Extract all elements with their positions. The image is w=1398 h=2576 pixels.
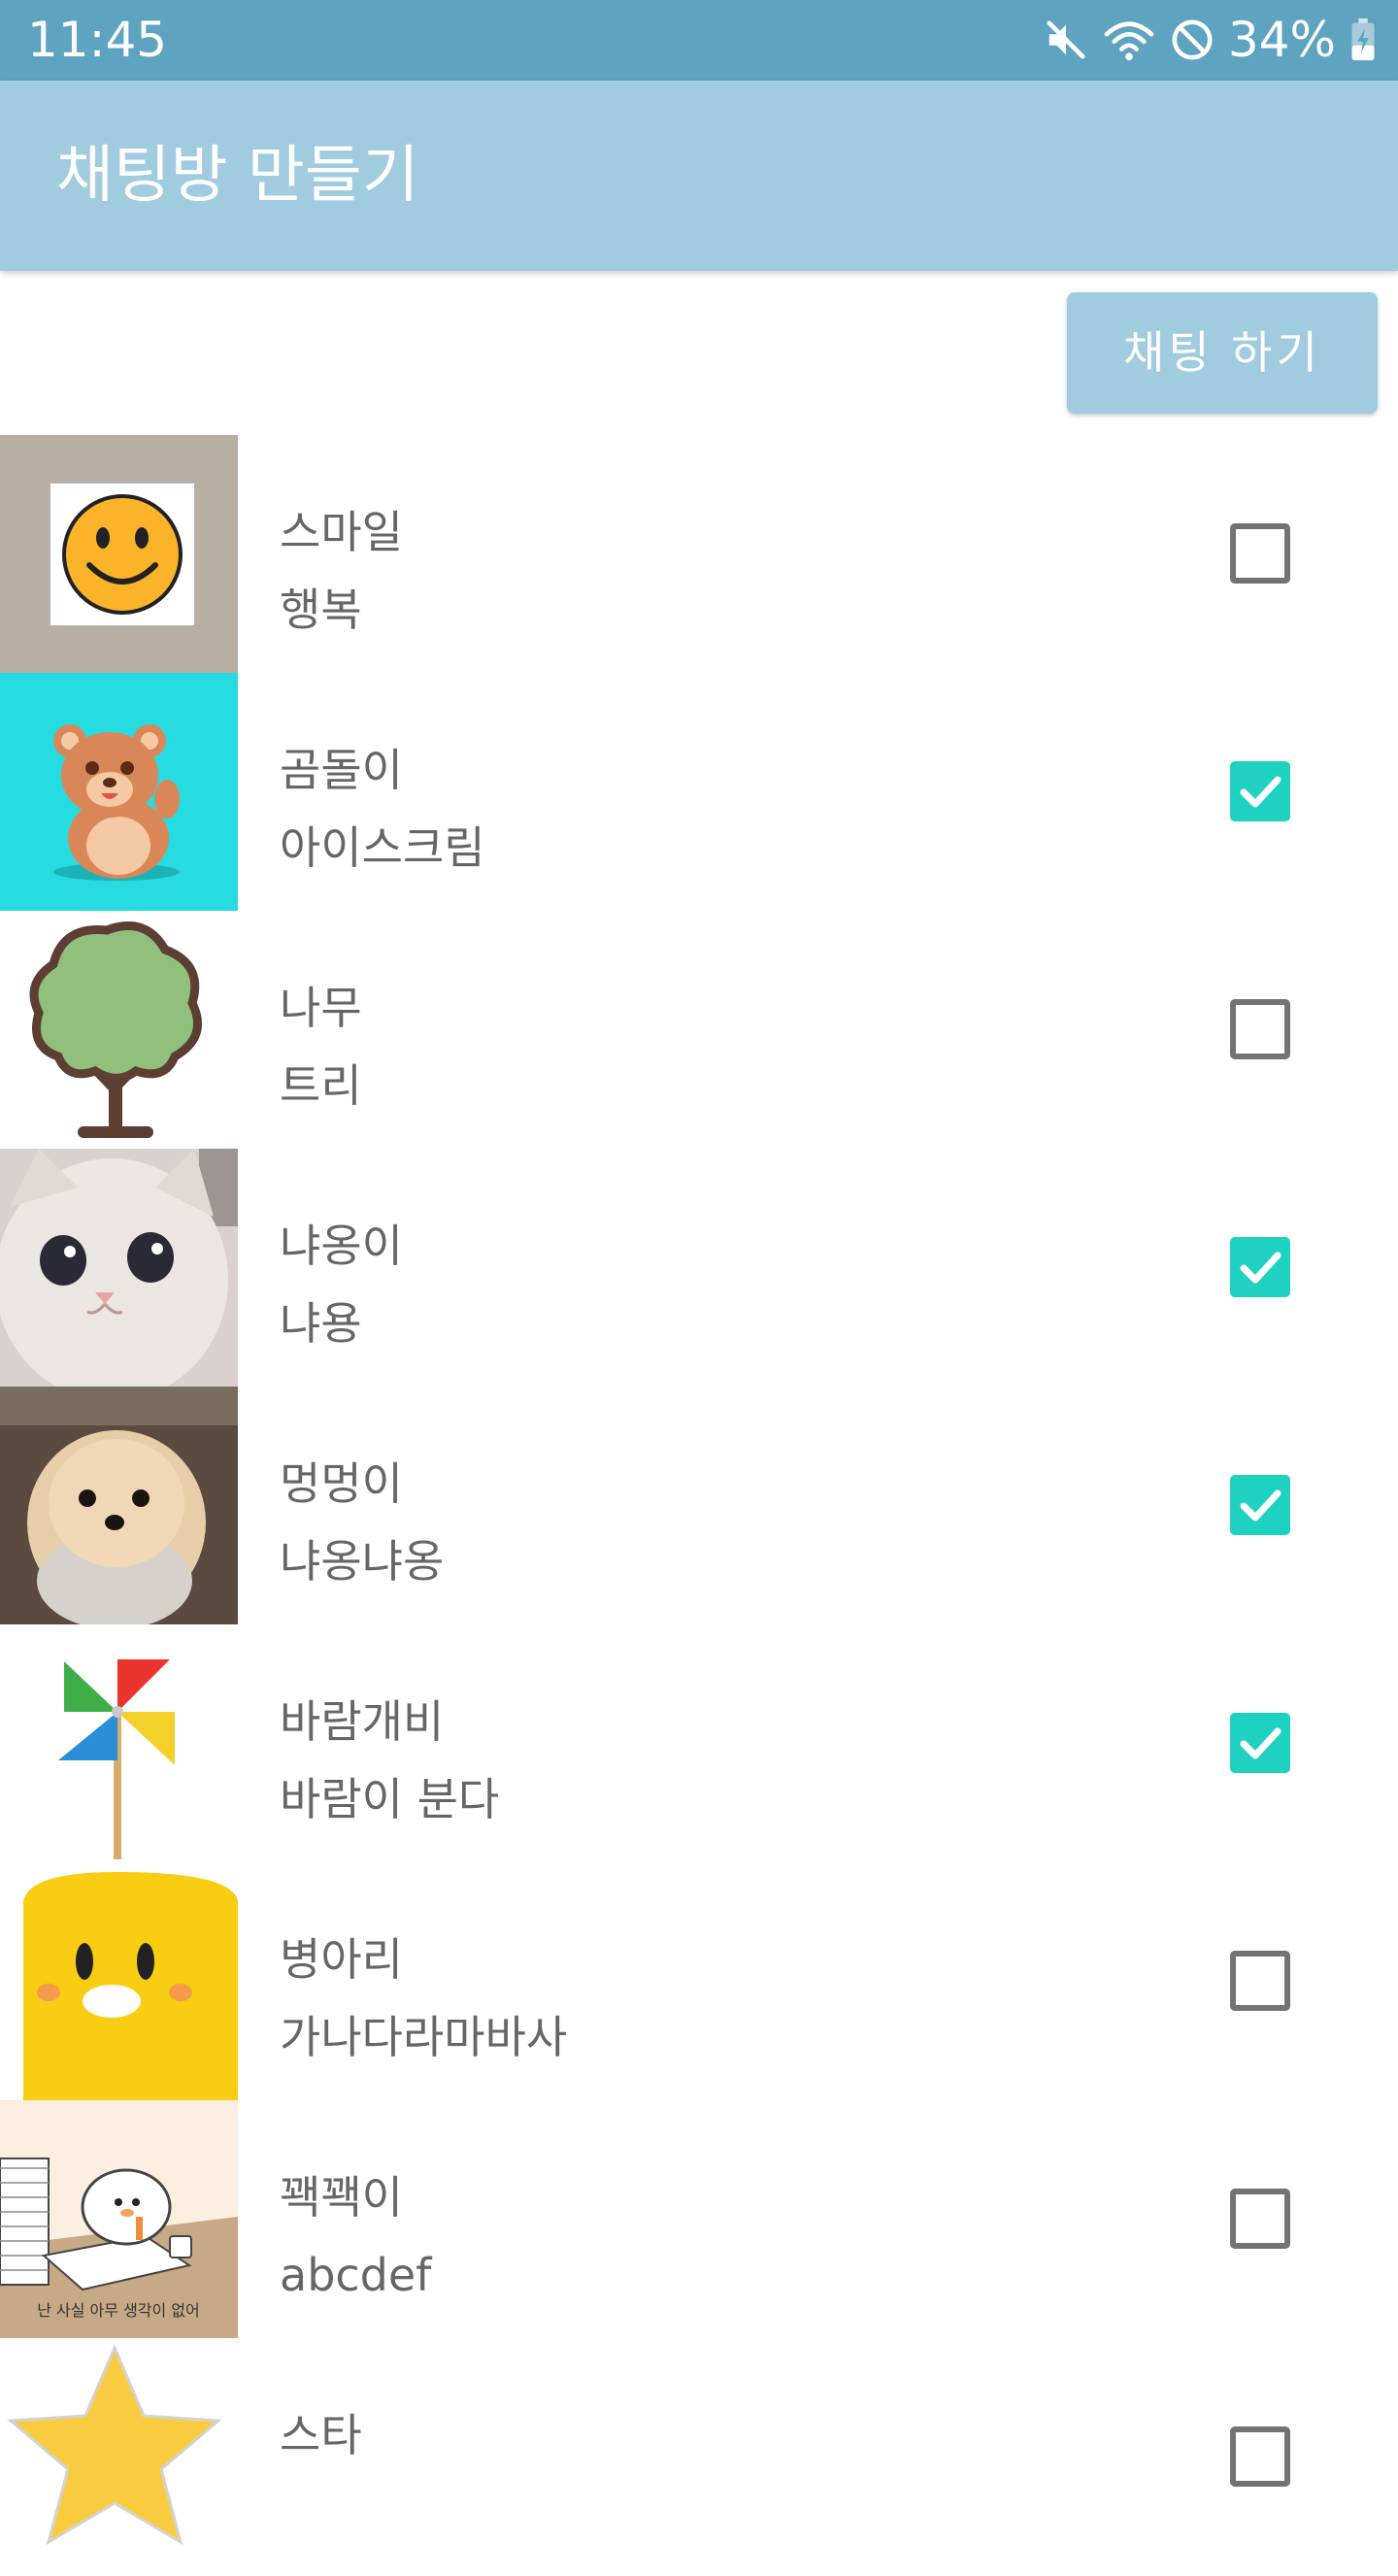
- friend-name: 스타: [280, 2409, 362, 2461]
- friend-name: 냐옹이: [280, 1220, 403, 1272]
- friend-row[interactable]: 병아리 가나다라마바사: [0, 1862, 1398, 2100]
- select-checkbox[interactable]: [1230, 1237, 1290, 1297]
- friend-name: 스마일: [280, 506, 403, 558]
- star-icon: [0, 2338, 238, 2576]
- select-checkbox[interactable]: [1230, 999, 1290, 1059]
- battery-percent: 34%: [1227, 12, 1336, 68]
- tree-icon: [0, 911, 238, 1149]
- friend-status: 가나다라마바사: [280, 2011, 568, 2063]
- duck-cartoon-caption: 난 사실 아무 생각이 없어: [37, 2301, 200, 2320]
- status-time: 11:45: [27, 12, 168, 68]
- friend-row[interactable]: 냐옹이 냐용: [0, 1149, 1398, 1387]
- select-checkbox[interactable]: [1230, 2189, 1290, 2249]
- friend-status: 트리: [280, 1059, 362, 1112]
- check-icon: [1240, 1727, 1282, 1759]
- select-checkbox[interactable]: [1230, 1951, 1290, 2011]
- chick-icon: [0, 1862, 238, 2100]
- check-icon: [1240, 1489, 1282, 1522]
- friend-status: 행복: [280, 584, 362, 636]
- mute-icon: [1044, 17, 1088, 62]
- dog-photo: [0, 1387, 238, 1624]
- select-checkbox[interactable]: [1230, 2426, 1290, 2487]
- page-title: 채팅방 만들기: [56, 140, 419, 212]
- wifi-icon: [1102, 17, 1156, 62]
- block-icon: [1170, 17, 1215, 62]
- friend-name: 병아리: [280, 1933, 403, 1986]
- friend-name: 바람개비: [280, 1695, 445, 1748]
- select-checkbox[interactable]: [1230, 523, 1290, 584]
- friend-name: 곰돌이: [280, 744, 403, 796]
- select-checkbox[interactable]: [1230, 1475, 1290, 1535]
- start-chat-button[interactable]: 채팅 하기: [1067, 292, 1378, 414]
- status-bar: 11:45 34%: [0, 0, 1398, 81]
- app-bar: 채팅방 만들기: [0, 81, 1398, 271]
- friend-status: 냐옹냐옹: [280, 1535, 445, 1588]
- check-icon: [1240, 1252, 1282, 1284]
- friend-name: 나무: [280, 982, 362, 1034]
- friend-status: 바람이 분다: [280, 1773, 500, 1825]
- friend-row[interactable]: 곰돌이 아이스크림: [0, 673, 1398, 911]
- duck-cartoon: 난 사실 아무 생각이 없어: [0, 2100, 238, 2338]
- friend-row[interactable]: 스타: [0, 2338, 1398, 2576]
- friend-list: 스마일 행복 곰돌이 아이스크림 나무 트리 냐옹이 냐용 멍멍이 냐옹냐옹 바…: [0, 435, 1398, 2576]
- cat-photo: [0, 1149, 238, 1387]
- friend-name: 꽥꽥이: [280, 2171, 403, 2224]
- friend-status: 아이스크림: [280, 821, 485, 874]
- pinwheel-icon: [0, 1624, 238, 1862]
- friend-row[interactable]: 바람개비 바람이 분다: [0, 1624, 1398, 1862]
- check-icon: [1240, 776, 1282, 808]
- friend-row[interactable]: 난 사실 아무 생각이 없어 꽥꽥이 abcdef: [0, 2100, 1398, 2338]
- status-icons: 34%: [1044, 10, 1377, 70]
- friend-status: abcdef: [280, 2249, 432, 2301]
- battery-charging-icon: [1349, 17, 1377, 62]
- select-checkbox[interactable]: [1230, 1713, 1290, 1773]
- friend-row[interactable]: 나무 트리: [0, 911, 1398, 1149]
- friend-name: 멍멍이: [280, 1457, 403, 1510]
- select-checkbox[interactable]: [1230, 761, 1290, 821]
- friend-status: 냐용: [280, 1297, 362, 1350]
- smiley-face-icon: [0, 435, 238, 673]
- friend-row[interactable]: 스마일 행복: [0, 435, 1398, 673]
- teddy-bear-icon: [0, 673, 238, 911]
- friend-row[interactable]: 멍멍이 냐옹냐옹: [0, 1387, 1398, 1624]
